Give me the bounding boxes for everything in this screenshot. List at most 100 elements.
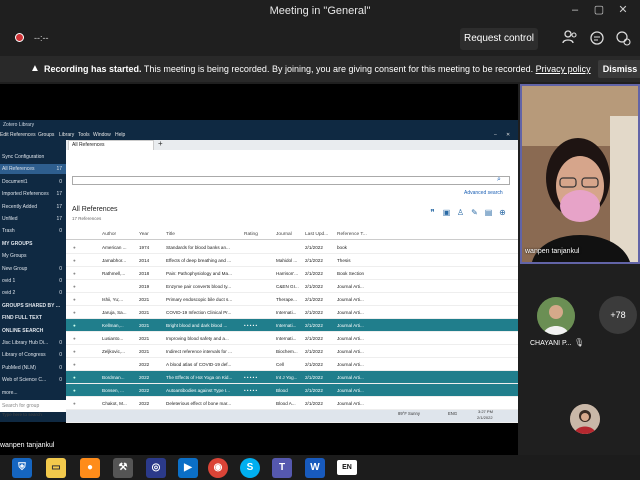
table-row[interactable]: ● Ishii, Yu;... 2021 Primary endoscopic bil… (66, 293, 518, 306)
menu-window[interactable]: Window (93, 130, 111, 140)
tool-icon[interactable]: ⚒ (113, 458, 133, 478)
reference-search-input[interactable] (72, 176, 510, 185)
collection-item[interactable]: Recently Added 17 (0, 202, 66, 212)
cell-updated: 2/1/2022 (305, 297, 323, 302)
cell-author: American ... (102, 245, 127, 250)
table-row[interactable]: ● Kellman,... 2021 Bright blood and dark bl… (66, 319, 518, 332)
request-control-button[interactable]: Request control (460, 28, 538, 50)
share-user-icon[interactable]: ♙ (456, 208, 465, 218)
advanced-search-link[interactable]: Advanced search (464, 190, 503, 196)
collection-item[interactable]: ovid 2 0 (0, 288, 66, 298)
collection-item[interactable]: ovid 1 0 (0, 276, 66, 286)
collection-count: 17 (56, 203, 62, 210)
table-row[interactable]: ● 2019 Enzyme pair converts blood ty... C&E… (66, 280, 518, 293)
menu-tools[interactable]: Tools (78, 130, 90, 140)
collection-item[interactable]: All References 17 (0, 164, 66, 175)
table-row[interactable]: ● Zeljkovic,... 2021 Indirect reference int… (66, 345, 518, 358)
shield-icon[interactable]: ⛨ (12, 458, 32, 478)
collection-item[interactable]: Imported References 17 (0, 189, 66, 199)
table-row[interactable]: ● Jaruja, Sa... 2021 COVID-19 Infection Cli… (66, 306, 518, 319)
tab-all-references[interactable]: All References (68, 140, 154, 150)
collection-item[interactable]: GROUPS SHARED BY ... (0, 301, 66, 311)
list-subheading: 17 References (72, 216, 102, 221)
menu-groups[interactable]: Groups (38, 130, 54, 140)
cell-type: Journal Arti... (337, 375, 364, 380)
folder-icon[interactable]: ▭ (46, 458, 66, 478)
menu-file[interactable]: Edit (0, 130, 9, 140)
app-minimize-icon[interactable]: – (494, 130, 497, 140)
cite-icon[interactable]: ❞ (428, 208, 437, 218)
table-row[interactable]: ● 2022 A blood atlas of COVID-19 def... Cel… (66, 358, 518, 371)
skype-icon[interactable]: S (240, 458, 260, 478)
people-icon[interactable] (561, 30, 579, 48)
collection-item[interactable]: Sync Configuration (0, 152, 66, 162)
orange-app-icon[interactable]: ● (80, 458, 100, 478)
cell-journal: Mahidol ... (276, 258, 298, 263)
chat-icon[interactable] (588, 30, 606, 48)
col-reference-type[interactable]: Reference T... (337, 230, 367, 240)
collection-item[interactable]: Unfiled 17 (0, 214, 66, 224)
privacy-policy-link[interactable]: Privacy policy (536, 64, 591, 74)
collection-item[interactable]: My Groups (0, 251, 66, 261)
col-author[interactable]: Author (102, 230, 116, 240)
table-row[interactable]: ● Bonsen, ... 2022 Autoantibodies against T… (66, 384, 518, 397)
minimize-icon[interactable]: – (567, 3, 583, 17)
col-journal[interactable]: Journal (276, 230, 292, 240)
collection-item[interactable]: MY GROUPS (0, 239, 66, 249)
table-row[interactable]: ● Rathmell,... 2018 Pain: Pathophysiology a… (66, 267, 518, 280)
pdf-icon[interactable]: ▤ (484, 208, 493, 218)
edit-icon[interactable]: ✎ (470, 208, 479, 218)
chrome-icon[interactable]: ◉ (208, 458, 228, 478)
close-icon[interactable]: ✕ (615, 3, 631, 17)
collection-item[interactable]: Trash 0 (0, 226, 66, 236)
cell-year: 2021 (139, 297, 150, 302)
collection-item[interactable]: Library of Congress 0 (0, 350, 66, 360)
maximize-icon[interactable]: ▢ (591, 3, 607, 17)
read-status-icon: ● (73, 401, 76, 406)
globe-icon[interactable]: ⊕ (498, 208, 507, 218)
cell-type: Journal Arti... (337, 297, 364, 302)
collection-label: MY GROUPS (2, 240, 33, 247)
reactions-icon[interactable] (614, 30, 632, 48)
copy-icon[interactable]: ▣ (442, 208, 451, 218)
language-badge[interactable]: EN (337, 460, 357, 475)
globe-app-icon[interactable]: ◎ (146, 458, 166, 478)
collection-item[interactable]: New Group 0 (0, 264, 66, 274)
col-title[interactable]: Title (166, 230, 175, 240)
read-status-icon: ● (73, 258, 76, 263)
collection-item[interactable]: FIND FULL TEXT (0, 313, 66, 323)
menu-references[interactable]: References (10, 130, 36, 140)
word-icon[interactable]: W (305, 458, 325, 478)
self-video-avatar[interactable] (570, 404, 600, 434)
collection-item[interactable]: Document1 0 (0, 177, 66, 187)
teams-icon[interactable]: T (272, 458, 292, 478)
collection-item[interactable]: Jisc Library Hub Di... 0 (0, 338, 66, 348)
read-status-icon: ● (73, 323, 76, 328)
col-year[interactable]: Year (139, 230, 149, 240)
speaker-video-tile[interactable] (520, 84, 640, 264)
table-row[interactable]: ● Lusianto... 2021 Improving blood safety a… (66, 332, 518, 345)
collection-item[interactable]: more... (0, 388, 66, 398)
read-status-icon: ● (73, 245, 76, 250)
dismiss-button[interactable]: Dismiss (598, 60, 640, 78)
app-close-icon[interactable]: ✕ (506, 130, 510, 140)
table-row[interactable]: ● Jamabhor... 2014 Effects of deep breathin… (66, 254, 518, 267)
search-icon[interactable]: ⌕ (497, 176, 501, 184)
col-rating[interactable]: Rating (244, 230, 258, 240)
add-tab-button[interactable]: + (158, 139, 163, 148)
collection-item[interactable]: ONLINE SEARCH (0, 326, 66, 336)
table-row[interactable]: ● American ... 1974 Standards for blood ban… (66, 241, 518, 254)
group-search-input[interactable]: Search for group (0, 400, 66, 412)
participant-avatar[interactable] (537, 297, 575, 335)
menu-library[interactable]: Library (59, 130, 74, 140)
table-row[interactable]: ● Chakot, M... 2022 Deleterious effect of b… (66, 397, 518, 410)
menu-help[interactable]: Help (115, 130, 125, 140)
more-participants-button[interactable]: +78 (599, 296, 637, 334)
collection-label: more... (2, 389, 18, 396)
collection-item[interactable]: PubMed (NLM) 0 (0, 363, 66, 373)
col-last-updated[interactable]: Last Upd... (305, 230, 328, 240)
collection-item[interactable]: Web of Science C... 0 (0, 375, 66, 385)
table-row[interactable]: ● Bordman... 2022 The Effects of Hot Yoga o… (66, 371, 518, 384)
video-app-icon[interactable]: ▶ (178, 458, 198, 478)
collection-count: 17 (56, 216, 62, 222)
